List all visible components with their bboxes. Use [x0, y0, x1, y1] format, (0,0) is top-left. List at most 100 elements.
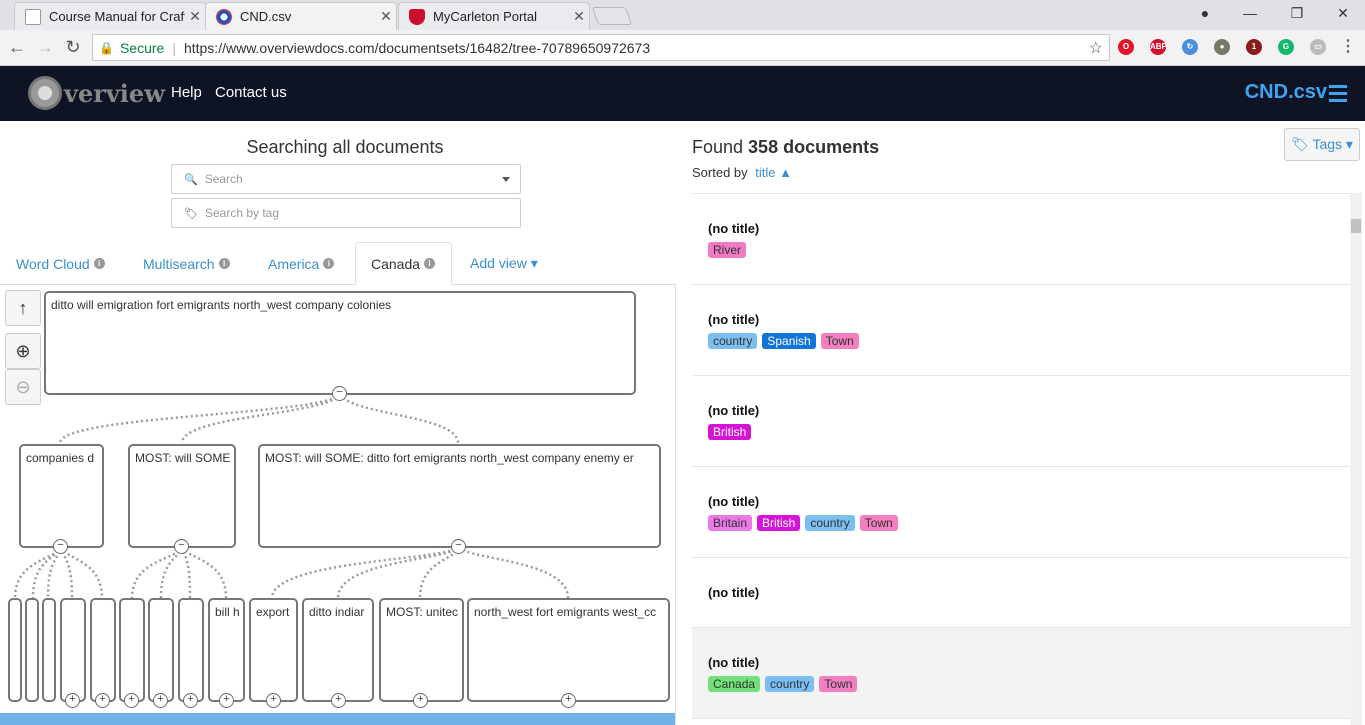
tag-badge[interactable]: country [765, 676, 815, 692]
tag-badge[interactable]: country [708, 333, 758, 349]
tag-badge[interactable]: British [757, 515, 801, 531]
close-tab-icon[interactable]: ✕ [569, 8, 589, 25]
info-icon[interactable]: i [424, 258, 436, 269]
translate-icon[interactable]: ↻ [1182, 39, 1198, 55]
browser-tab-cnd[interactable]: CND.csv ✕ [205, 2, 397, 30]
expand-node-button[interactable]: + [561, 693, 576, 708]
tree-node[interactable]: bill h [208, 598, 245, 702]
tree-node[interactable]: MOST: will SOME: ditto fort emigrants no… [258, 444, 661, 548]
reload-button[interactable]: ↻ [62, 37, 84, 58]
tree-node[interactable]: north_west fort emigrants west_cc [467, 598, 670, 702]
expand-node-button[interactable]: + [219, 693, 234, 708]
tag-badge[interactable]: Britain [708, 515, 753, 531]
cast-icon[interactable]: ▭ [1310, 39, 1326, 55]
tree-node[interactable] [60, 598, 86, 702]
tree-node[interactable] [119, 598, 145, 702]
results-scrollbar[interactable] [1350, 193, 1362, 725]
document-row[interactable]: (no title) country Spanish Town [692, 285, 1350, 376]
tree-node[interactable] [148, 598, 174, 702]
document-title: (no title) [708, 655, 760, 670]
collapse-node-button[interactable]: − [53, 539, 68, 554]
tree-horizontal-scrollbar[interactable] [0, 713, 675, 725]
minimize-button[interactable]: — [1240, 5, 1260, 21]
help-link[interactable]: Help [171, 84, 202, 101]
collapse-node-button[interactable]: − [451, 539, 466, 554]
tab-add-view[interactable]: Add view ▾ [455, 242, 553, 285]
expand-node-button[interactable]: + [413, 693, 428, 708]
address-bar[interactable]: 🔒 Secure | https://www.overviewdocs.com/… [92, 34, 1110, 61]
expand-node-button[interactable]: + [183, 693, 198, 708]
contact-link[interactable]: Contact us [215, 84, 287, 101]
overview-logo[interactable]: verview [28, 76, 165, 110]
info-icon[interactable]: i [323, 258, 335, 269]
tags-button[interactable]: 🏷 Tags ▾ [1284, 128, 1360, 161]
tree-up-button[interactable]: ↑ [5, 290, 41, 326]
account-icon[interactable]: ● [1195, 5, 1215, 21]
tree-node[interactable] [8, 598, 22, 702]
forward-button[interactable]: → [34, 37, 56, 58]
tag-badge[interactable]: Town [820, 333, 859, 349]
ublock-icon[interactable]: 1 [1246, 39, 1262, 55]
tab-america[interactable]: America i [253, 242, 349, 285]
tab-multisearch[interactable]: Multisearch i [128, 242, 245, 285]
collapse-node-button[interactable]: − [174, 539, 189, 554]
document-row[interactable]: (no title) Canada country Town [692, 628, 1350, 719]
expand-node-button[interactable]: + [65, 693, 80, 708]
tag-badge[interactable]: Town [819, 676, 858, 692]
tree-node[interactable]: MOST: unitec [379, 598, 464, 702]
tag-badge[interactable]: Town [859, 515, 898, 531]
tree-node[interactable] [25, 598, 39, 702]
tag-badge[interactable]: River [708, 242, 747, 258]
tag-badge[interactable]: Spanish [762, 333, 816, 349]
browser-tab-mycarleton[interactable]: MyCarleton Portal ✕ [398, 2, 590, 30]
tag-badge[interactable]: country [805, 515, 855, 531]
tree-root-node[interactable]: ditto will emigration fort emigrants nor… [44, 291, 636, 395]
collapse-node-button[interactable]: − [332, 386, 347, 401]
expand-node-button[interactable]: + [95, 693, 110, 708]
tag-search-input[interactable]: 🏷 Search by tag [171, 198, 521, 228]
tag-badge[interactable]: British [708, 424, 752, 440]
tree-node[interactable] [90, 598, 116, 702]
document-row[interactable]: (no title) River [692, 194, 1350, 285]
menu-icon[interactable]: ⋮ [1340, 39, 1356, 55]
tab-canada[interactable]: Canada i [355, 242, 452, 285]
tree-node[interactable] [178, 598, 204, 702]
tree-node[interactable]: ditto indiar [302, 598, 374, 702]
info-icon[interactable]: i [218, 258, 230, 269]
expand-node-button[interactable]: + [153, 693, 168, 708]
expand-node-button[interactable]: + [124, 693, 139, 708]
new-tab-button[interactable] [591, 7, 633, 25]
url-text[interactable]: https://www.overviewdocs.com/documentset… [184, 40, 650, 56]
adblock-icon[interactable]: ABP [1150, 39, 1167, 55]
tree-node[interactable]: MOST: will SOME [128, 444, 236, 548]
sort-field-link[interactable]: title ▲ [755, 165, 792, 180]
chevron-down-icon[interactable] [502, 177, 510, 182]
scrollbar-thumb[interactable] [1351, 219, 1361, 233]
tag-badge[interactable]: Canada [708, 676, 761, 692]
document-row[interactable]: (no title) British [692, 376, 1350, 467]
info-icon[interactable]: i [93, 258, 105, 269]
zoom-out-button[interactable]: ⊖ [5, 369, 41, 405]
expand-node-button[interactable]: + [331, 693, 346, 708]
zoom-in-button[interactable]: ⊕ [5, 333, 41, 369]
tree-node[interactable]: export [249, 598, 298, 702]
close-tab-icon[interactable]: ✕ [376, 8, 396, 25]
close-tab-icon[interactable]: ✕ [185, 8, 205, 25]
tree-node[interactable] [42, 598, 56, 702]
opera-icon[interactable]: O [1118, 39, 1134, 55]
browser-tab-course-manual[interactable]: Course Manual for Craftir ✕ [14, 2, 206, 30]
document-row[interactable]: (no title) [692, 558, 1350, 628]
maximize-button[interactable]: ❐ [1287, 5, 1307, 22]
document-set-name[interactable]: CND.csv [1245, 81, 1327, 104]
tab-word-cloud[interactable]: Word Cloud i [1, 242, 120, 285]
close-window-button[interactable]: ✕ [1333, 5, 1353, 22]
document-row[interactable]: (no title) Britain British country Town [692, 467, 1350, 558]
expand-node-button[interactable]: + [266, 693, 281, 708]
tree-node[interactable]: companies d [19, 444, 104, 548]
hamburger-menu-icon[interactable] [1329, 85, 1347, 106]
grammarly-icon[interactable]: G [1278, 39, 1294, 55]
search-input[interactable]: 🔍 Search [171, 164, 521, 194]
back-button[interactable]: ← [6, 37, 28, 58]
bookmark-star-icon[interactable]: ☆ [1089, 38, 1103, 58]
shield-extension-icon[interactable]: ● [1214, 39, 1230, 55]
